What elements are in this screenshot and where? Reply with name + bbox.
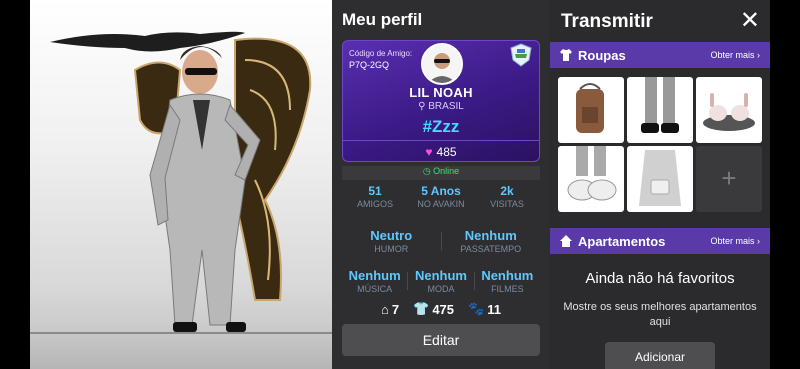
apartments-header: Apartamentos Obter mais › (550, 228, 770, 254)
stat-value: 51 (368, 184, 382, 198)
stat-visits: 2k VISITAS (474, 184, 540, 209)
broadcast-panel: Transmitir ✕ Roupas Obter mais › + Apart… (550, 0, 770, 369)
location-pin-icon: ⚲ (418, 101, 429, 112)
homes-value: 7 (391, 301, 400, 317)
profile-card: Código de Amigo: P7Q-2GQ LIL NOAH ⚲ BRAS… (342, 40, 540, 162)
avatar-viewport[interactable] (30, 0, 332, 369)
apartments-more-link[interactable]: Obter mais › (710, 236, 760, 246)
friend-code-label: Código de Amigo: (349, 49, 413, 58)
outfits-count[interactable]: 👕 475 (413, 301, 454, 317)
no-favorites-title: Ainda não há favoritos (585, 270, 735, 287)
stat-value: 2k (500, 184, 514, 198)
stat-hobby: Nenhum PASSATEMPO (442, 228, 541, 254)
country-text: BRASIL (428, 101, 464, 112)
movies-value: Nenhum (481, 268, 534, 283)
clothes-item-backpack[interactable] (558, 77, 624, 143)
profile-panel: Meu perfil Código de Amigo: P7Q-2GQ LIL … (332, 0, 550, 369)
clothes-header: Roupas Obter mais › (550, 42, 770, 68)
clock-icon: ◷ (422, 166, 434, 176)
stat-movies: Nenhum FILMES (475, 268, 540, 294)
profile-title: Meu perfil (342, 10, 423, 29)
clothes-title: Roupas (578, 47, 626, 63)
heart-icon: ♥ (425, 145, 433, 159)
mood-label: HUMOR (374, 244, 409, 254)
shirt-icon: 👕 (413, 301, 430, 316)
stat-fashion: Nenhum MODA (408, 268, 473, 294)
outfits-value: 475 (432, 301, 455, 317)
hobby-label: PASSATEMPO (460, 244, 522, 254)
profile-name: LIL NOAH (409, 85, 473, 100)
collection-counts: ⌂ 7 👕 475 🐾 11 (342, 301, 540, 317)
stat-mood: Neutro HUMOR (342, 228, 441, 254)
prefs-row: Nenhum MÚSICA Nenhum MODA Nenhum FILMES (342, 268, 540, 294)
home-icon (560, 235, 572, 247)
close-icon[interactable]: ✕ (740, 6, 760, 35)
stat-value: 5 Anos (421, 184, 461, 198)
hobby-value: Nenhum (464, 228, 517, 243)
no-favorites-subtitle: Mostre os seus melhores apartamentos aqu… (563, 301, 757, 328)
online-status: ◷ Online (342, 166, 540, 180)
stat-label: NO AVAKIN (417, 199, 465, 209)
friend-code[interactable]: P7Q-2GQ (349, 60, 389, 70)
profile-status: #Zzz (422, 117, 460, 136)
music-label: MÚSICA (357, 284, 393, 294)
stat-friends[interactable]: 51 AMIGOS (342, 184, 408, 209)
music-value: Nenhum (348, 268, 401, 283)
mood-value: Neutro (370, 228, 413, 243)
pets-count[interactable]: 🐾 11 (468, 301, 501, 317)
home-icon: ⌂ (381, 301, 389, 317)
shirt-icon (560, 49, 572, 61)
hearts-value: 485 (436, 145, 457, 159)
avatar[interactable] (421, 43, 463, 85)
clothes-grid: + (558, 77, 762, 212)
level-badge-icon[interactable] (509, 43, 533, 67)
clothes-more-link[interactable]: Obter mais › (710, 50, 760, 60)
card-divider (343, 140, 539, 141)
stat-label: VISITAS (490, 199, 524, 209)
clothes-item-sneakers[interactable] (558, 146, 624, 212)
clothes-item-pants[interactable] (627, 77, 693, 143)
profile-country: ⚲ BRASIL (343, 101, 539, 112)
homes-count[interactable]: ⌂ 7 (381, 301, 399, 317)
mood-hobby-row: Neutro HUMOR Nenhum PASSATEMPO (342, 228, 540, 254)
broadcast-title: Transmitir (561, 11, 653, 32)
add-clothes-tile[interactable]: + (696, 146, 762, 212)
fashion-value: Nenhum (414, 268, 467, 283)
fashion-label: MODA (427, 284, 455, 294)
avatar-figure (50, 31, 312, 332)
online-text: Online (433, 166, 460, 176)
add-button[interactable]: Adicionar (605, 342, 715, 369)
hearts-count: ♥ 485 (343, 145, 539, 159)
edit-button[interactable]: Editar (342, 324, 540, 356)
movies-label: FILMES (491, 284, 524, 294)
paw-icon: 🐾 (468, 301, 485, 316)
stats-row: 51 AMIGOS 5 Anos NO AVAKIN 2k VISITAS (342, 184, 540, 209)
stat-label: AMIGOS (356, 199, 393, 209)
clothes-item-slippers[interactable] (696, 77, 762, 143)
stat-music: Nenhum MÚSICA (342, 268, 407, 294)
clothes-item-shirt-bag[interactable] (627, 146, 693, 212)
apartments-title: Apartamentos (578, 233, 666, 249)
stat-years: 5 Anos NO AVAKIN (408, 184, 474, 209)
pets-value: 11 (487, 301, 501, 317)
